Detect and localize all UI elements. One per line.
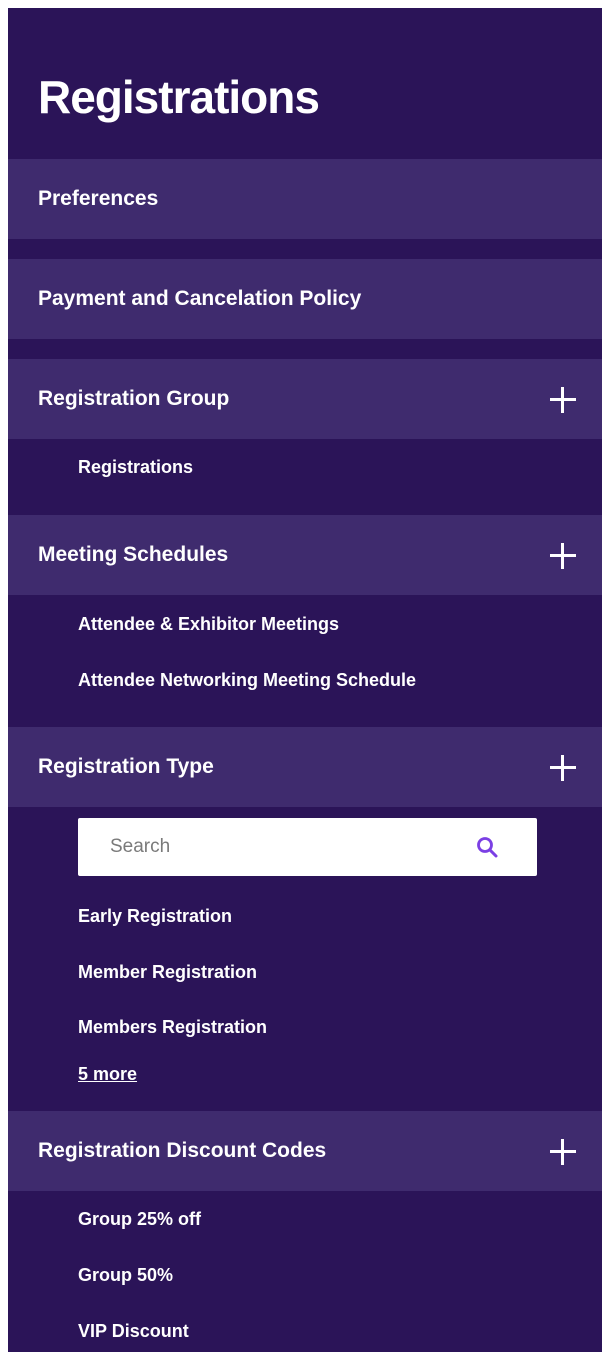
section-meeting-schedules[interactable]: Meeting Schedules	[8, 515, 602, 595]
discount-code-item[interactable]: VIP Discount	[78, 1319, 189, 1343]
meeting-schedule-item[interactable]: Attendee Networking Meeting Schedule	[78, 668, 416, 692]
meeting-schedule-item[interactable]: Attendee & Exhibitor Meetings	[78, 612, 339, 636]
section-label: Payment and Cancelation Policy	[38, 287, 362, 310]
plus-icon[interactable]	[550, 543, 576, 569]
section-label: Preferences	[38, 187, 159, 210]
section-registration-group[interactable]: Registration Group	[8, 359, 602, 439]
section-label: Registration Group	[38, 387, 230, 410]
discount-code-item[interactable]: Group 50%	[78, 1263, 173, 1287]
registration-group-item[interactable]: Registrations	[78, 455, 193, 479]
panel-title: Registrations	[38, 71, 320, 123]
registrations-panel: Registrations Preferences Payment and Ca…	[8, 8, 602, 1352]
section-label: Meeting Schedules	[38, 543, 229, 566]
plus-icon[interactable]	[550, 755, 576, 781]
section-payment-cancelation-policy[interactable]: Payment and Cancelation Policy	[8, 259, 602, 339]
section-label: Registration Type	[38, 755, 214, 778]
section-preferences[interactable]: Preferences	[8, 159, 602, 239]
section-label: Registration Discount Codes	[38, 1139, 327, 1162]
registration-type-item[interactable]: Early Registration	[78, 904, 232, 928]
plus-icon[interactable]	[550, 387, 576, 413]
more-link[interactable]: 5 more	[78, 1062, 137, 1086]
plus-icon[interactable]	[550, 1139, 576, 1165]
discount-code-item[interactable]: Group 25% off	[78, 1207, 201, 1231]
registration-type-search	[78, 818, 537, 876]
search-input[interactable]	[78, 818, 490, 876]
section-registration-discount-codes[interactable]: Registration Discount Codes	[8, 1111, 602, 1191]
section-registration-type[interactable]: Registration Type	[8, 727, 602, 807]
registration-type-item[interactable]: Member Registration	[78, 960, 257, 984]
search-icon[interactable]	[475, 835, 499, 859]
registration-type-item[interactable]: Members Registration	[78, 1015, 267, 1039]
